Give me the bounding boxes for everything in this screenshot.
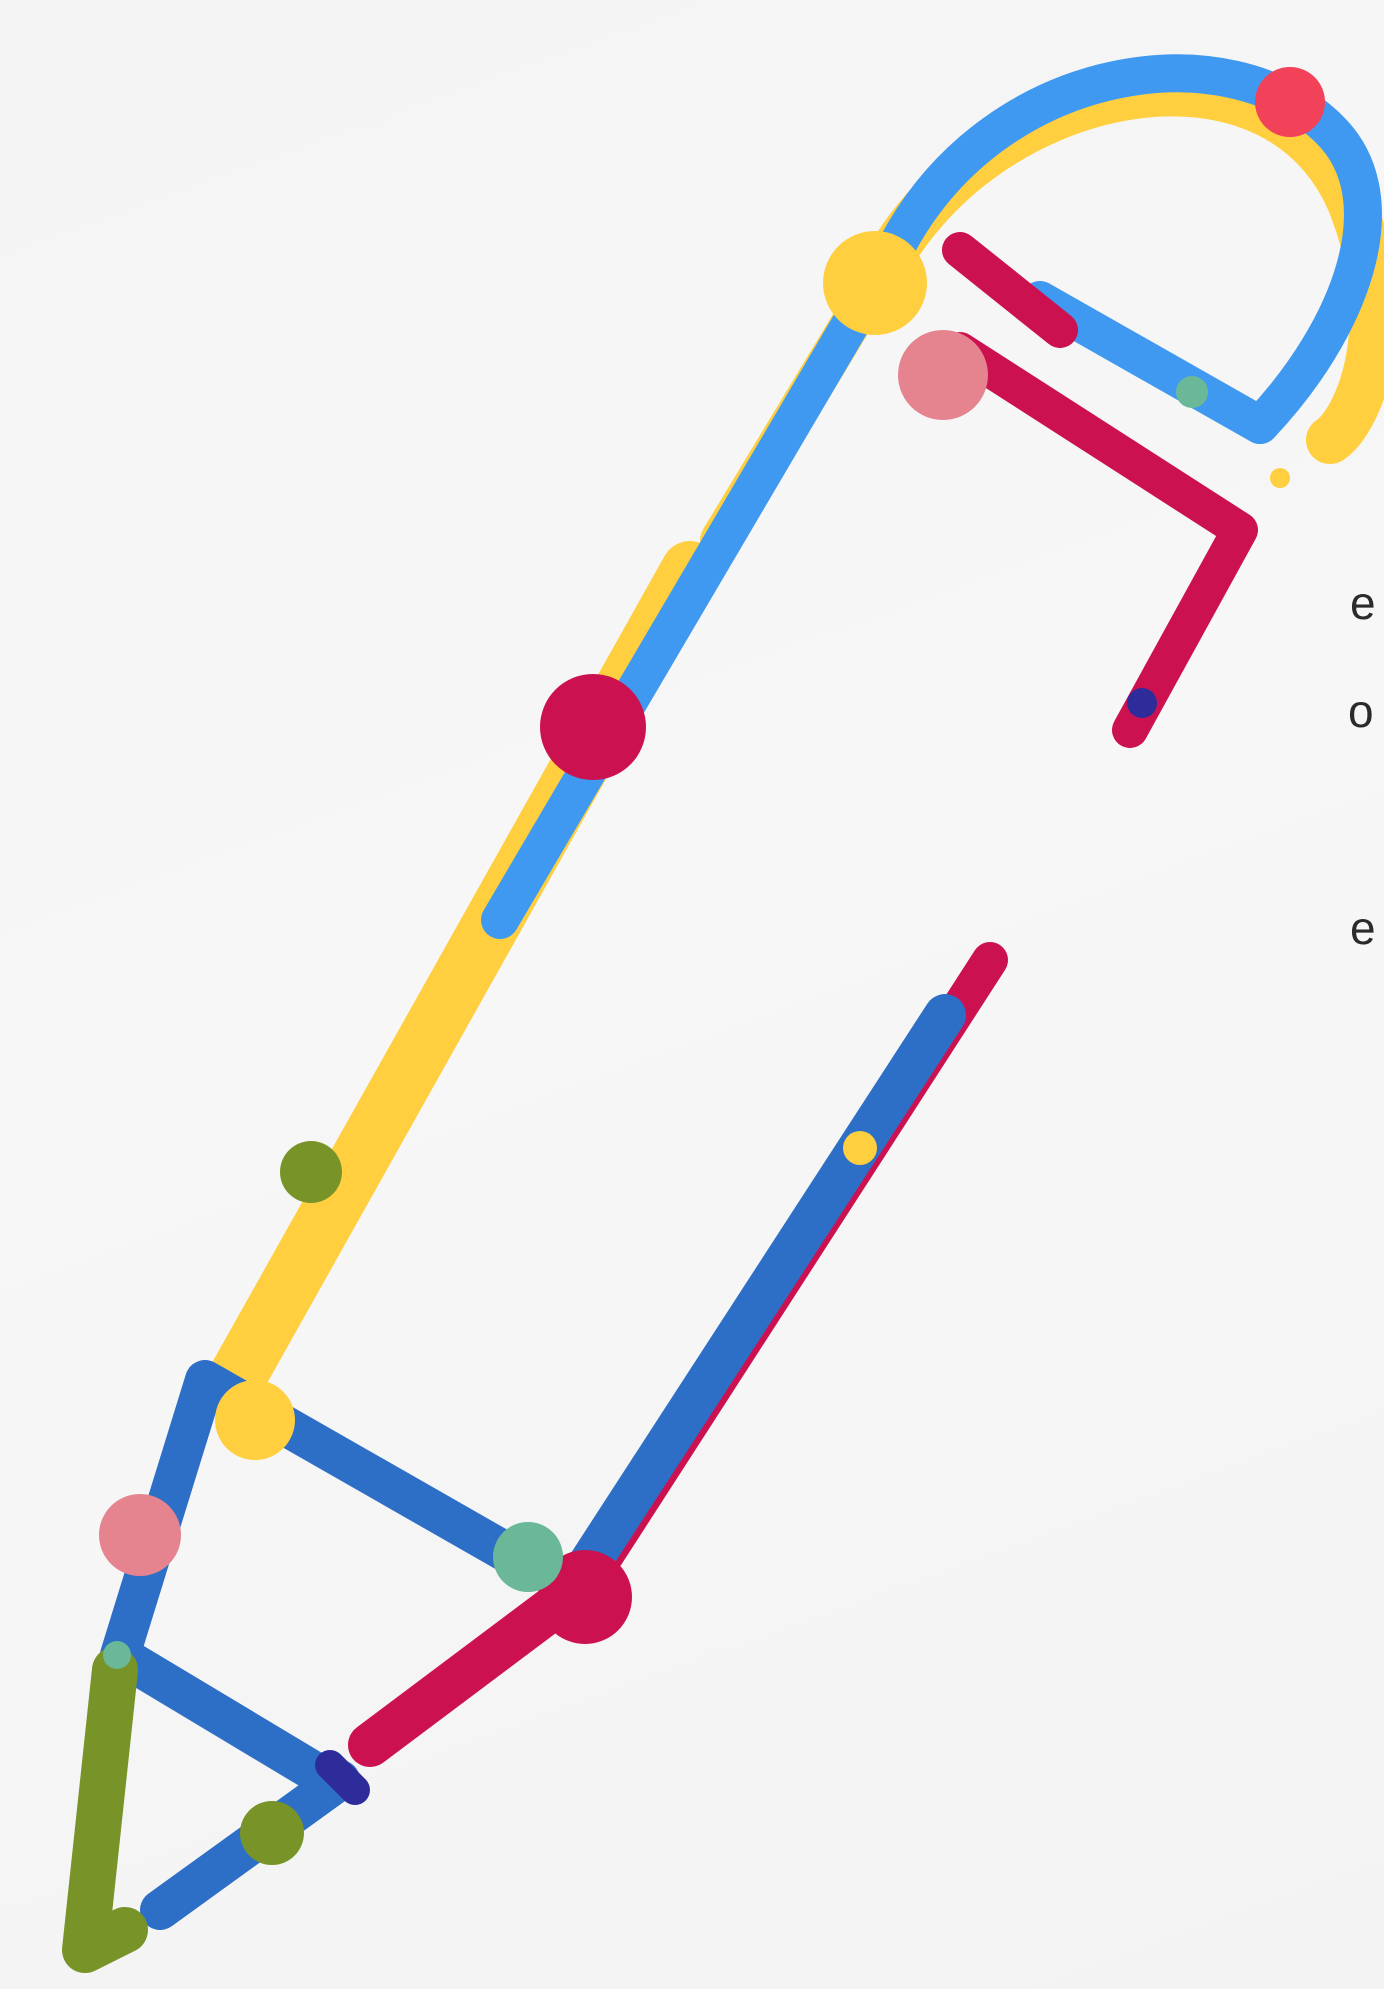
- page: e o e: [0, 0, 1384, 1989]
- dot-red: [1255, 67, 1325, 137]
- dot-olive-bottom: [240, 1801, 304, 1865]
- dot-yellow-shaft: [843, 1131, 877, 1165]
- dot-teal-small: [1176, 376, 1208, 408]
- dot-teal-bottom: [493, 1522, 563, 1592]
- dot-pink-top: [898, 330, 988, 420]
- pencil-blue-collar: [100, 1360, 540, 1795]
- pencil-navy-accent: [315, 1750, 370, 1805]
- dot-olive-mid: [280, 1141, 342, 1203]
- dot-yellow-tiny: [1270, 468, 1290, 488]
- dot-pink-bottom: [99, 1494, 181, 1576]
- dot-crimson-mid: [540, 674, 646, 780]
- dot-teal-tiny: [103, 1641, 131, 1669]
- dot-yellow-bottom: [215, 1380, 295, 1460]
- pencil-olive-lead: [62, 1647, 148, 1973]
- dot-navy-small: [1127, 688, 1157, 718]
- dot-yellow-large: [823, 231, 927, 335]
- pencil-blue-shaft: [564, 994, 966, 1591]
- pencil-icon: [62, 54, 1384, 1973]
- pencil-lightblue-shaft: [481, 221, 919, 939]
